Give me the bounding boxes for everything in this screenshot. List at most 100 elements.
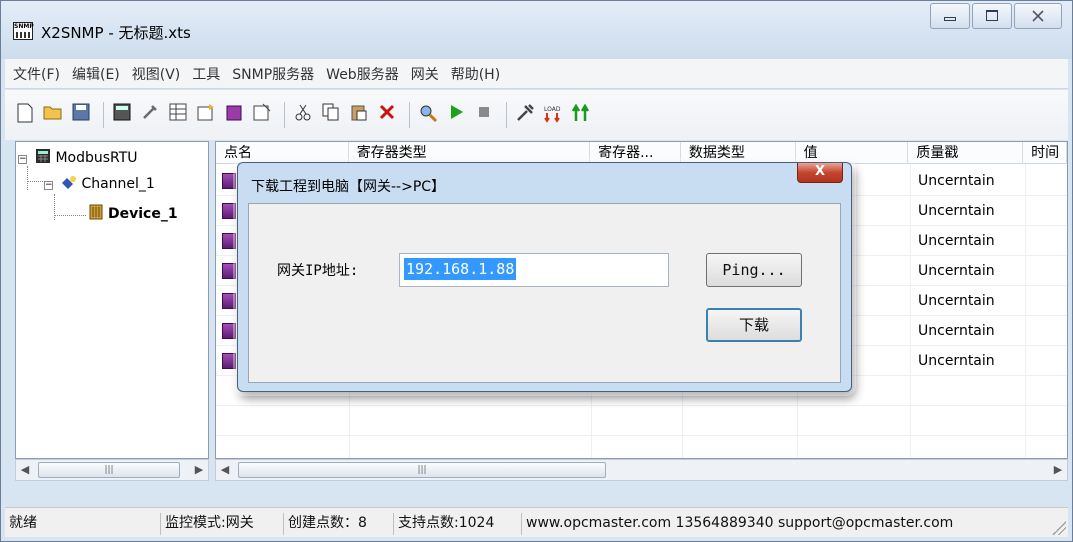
resize-grip-icon[interactable] (1052, 521, 1066, 535)
device-icon (89, 204, 103, 220)
status-mode: 监控模式:网关 (160, 513, 254, 535)
tree-node-root[interactable]: − ModbusRTU (18, 148, 138, 166)
scroll-right-icon[interactable]: ▶ (1049, 460, 1067, 480)
ping-button[interactable]: Ping... (706, 253, 802, 287)
tool-icon[interactable] (138, 103, 162, 127)
toolbar-separator (103, 102, 104, 128)
status-ready: 就绪 (9, 515, 37, 531)
menu-view[interactable]: 视图(V) (132, 64, 181, 84)
new-icon[interactable] (13, 103, 37, 127)
toolbar-separator (284, 102, 285, 128)
svg-text:LOAD: LOAD (544, 106, 561, 113)
scroll-thumb[interactable]: ||| (38, 462, 180, 478)
scroll-thumb[interactable]: ||| (238, 462, 606, 478)
tree-root-label: ModbusRTU (55, 150, 138, 166)
stop-icon[interactable] (472, 103, 496, 127)
scroll-right-icon[interactable]: ▶ (190, 460, 208, 480)
maximize-icon (986, 10, 998, 21)
menu-file[interactable]: 文件(F) (13, 64, 60, 84)
dialog-title: 下载工程到电脑【网关-->PC】 (251, 179, 446, 195)
point-icon (222, 263, 236, 279)
collapse-icon[interactable]: − (44, 181, 53, 190)
cut-icon[interactable] (291, 103, 315, 127)
download-button[interactable]: 下载 (706, 308, 802, 342)
project-tree: − ModbusRTU − Channel_1 Device_1 (15, 141, 209, 459)
quality-cell: Uncerntain (918, 353, 995, 369)
quality-cell: Uncerntain (918, 203, 995, 219)
calculator-icon (36, 149, 51, 163)
table-hscrollbar[interactable]: ◀ ||| ▶ (215, 459, 1068, 481)
app-icon: SNMP (13, 22, 34, 40)
minimize-button[interactable] (930, 3, 970, 29)
menu-edit[interactable]: 编辑(E) (72, 64, 120, 84)
upload-icon[interactable] (569, 103, 593, 127)
tree-hscrollbar[interactable]: ◀ ||| ▶ (15, 459, 209, 481)
maximize-button[interactable] (972, 3, 1012, 29)
col-data-type[interactable]: 数据类型 (681, 142, 796, 164)
menu-gateway[interactable]: 网关 (411, 64, 439, 84)
close-icon: X (814, 164, 826, 179)
menu-web-server[interactable]: Web服务器 (326, 64, 399, 84)
search-icon[interactable] (416, 103, 440, 127)
close-icon (1032, 10, 1044, 22)
col-quality[interactable]: 质量戳 (908, 142, 1024, 164)
toolbar-separator (409, 102, 410, 128)
tree-device-label: Device_1 (108, 206, 178, 222)
ip-address-input[interactable]: 192.168.1.88 (399, 253, 669, 287)
copy-icon[interactable] (319, 103, 343, 127)
tree-node-device[interactable]: Device_1 (88, 204, 178, 222)
col-register-type[interactable]: 寄存器类型 (349, 142, 591, 164)
channel-icon (62, 176, 77, 189)
tree-node-channel[interactable]: − Channel_1 (44, 174, 155, 192)
dialog-close-button[interactable]: X (797, 163, 843, 183)
calculator-icon[interactable] (110, 103, 134, 127)
open-icon[interactable] (41, 103, 65, 127)
window-title: X2SNMP - 无标题.xts (41, 24, 191, 42)
run-icon[interactable] (444, 103, 468, 127)
download-dialog: 下载工程到电脑【网关-->PC】 X 网关IP地址: 192.168.1.88 … (237, 162, 852, 392)
ip-address-value: 192.168.1.88 (404, 258, 517, 280)
scroll-left-icon[interactable]: ◀ (16, 460, 34, 480)
quality-cell: Uncerntain (918, 173, 995, 189)
col-value[interactable]: 值 (796, 142, 909, 164)
col-time[interactable]: 时间 (1023, 142, 1067, 164)
settings-icon[interactable] (513, 103, 537, 127)
point-icon (222, 323, 236, 339)
dialog-body: 网关IP地址: 192.168.1.88 Ping... 下载 (248, 203, 841, 383)
status-points-created: 创建点数：8 (283, 513, 367, 535)
table-header: 点名 寄存器类型 寄存器... 数据类型 值 质量戳 时间 (216, 142, 1067, 164)
device-icon[interactable] (222, 103, 246, 127)
paste-icon[interactable] (347, 103, 371, 127)
ip-address-label: 网关IP地址: (277, 263, 359, 279)
col-register[interactable]: 寄存器... (590, 142, 681, 164)
point-icon (222, 173, 236, 189)
minimize-icon (944, 17, 956, 21)
title-bar[interactable]: SNMP X2SNMP - 无标题.xts (1, 1, 1072, 59)
menu-tools[interactable]: 工具 (192, 64, 220, 84)
load-icon[interactable]: LOAD (541, 103, 565, 127)
point-icon (222, 353, 236, 369)
quality-cell: Uncerntain (918, 233, 995, 249)
add-icon[interactable] (194, 103, 218, 127)
quality-cell: Uncerntain (918, 323, 995, 339)
close-window-button[interactable] (1014, 3, 1062, 29)
save-icon[interactable] (69, 103, 93, 127)
point-icon (222, 293, 236, 309)
point-icon (222, 203, 236, 219)
quality-cell: Uncerntain (918, 293, 995, 309)
menu-help[interactable]: 帮助(H) (451, 64, 500, 84)
menu-snmp-server[interactable]: SNMP服务器 (232, 64, 314, 84)
collapse-icon[interactable]: − (18, 155, 27, 164)
toolbar-separator (506, 102, 507, 128)
scroll-left-icon[interactable]: ◀ (216, 460, 234, 480)
tree-channel-label: Channel_1 (81, 176, 155, 192)
properties-icon[interactable] (250, 103, 274, 127)
table-row (216, 406, 1067, 436)
table-icon[interactable] (166, 103, 190, 127)
menu-bar: 文件(F) 编辑(E) 视图(V) 工具 SNMP服务器 Web服务器 网关 帮… (5, 59, 1068, 89)
col-point-name[interactable]: 点名 (216, 142, 349, 164)
status-points-supported: 支持点数:1024 (393, 513, 494, 535)
delete-icon[interactable] (375, 103, 399, 127)
quality-cell: Uncerntain (918, 263, 995, 279)
status-contact: www.opcmaster.com 13564889340 support@op… (521, 513, 953, 535)
